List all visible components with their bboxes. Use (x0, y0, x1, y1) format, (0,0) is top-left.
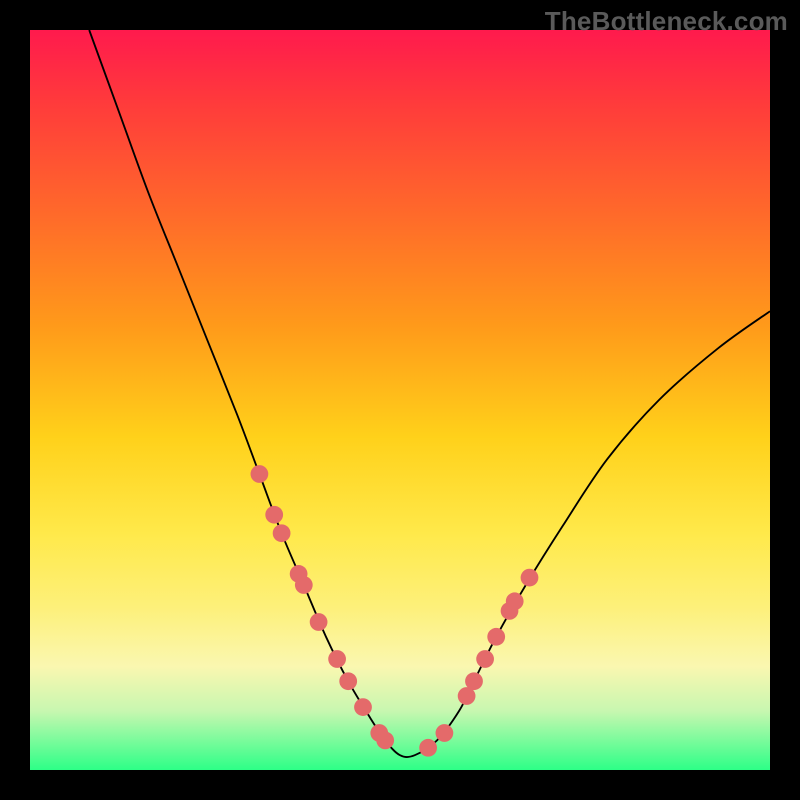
watermark-text: TheBottleneck.com (545, 6, 788, 37)
highlight-dot (328, 650, 346, 668)
highlight-dot (310, 613, 328, 631)
highlight-dot (376, 732, 394, 750)
highlight-dot (273, 524, 291, 542)
bottleneck-curve (89, 30, 770, 757)
highlight-dots (251, 465, 539, 757)
highlight-dot (354, 698, 372, 716)
highlight-dot (251, 465, 269, 483)
highlight-dot (419, 739, 437, 757)
highlight-dot (436, 724, 454, 742)
highlight-dot (339, 672, 357, 690)
highlight-dot (506, 592, 524, 610)
plot-area (30, 30, 770, 770)
highlight-dot (476, 650, 494, 668)
chart-svg (30, 30, 770, 770)
highlight-dot (521, 569, 539, 587)
highlight-dot (265, 506, 283, 524)
chart-frame: TheBottleneck.com (0, 0, 800, 800)
highlight-dot (487, 628, 505, 646)
highlight-dot (295, 576, 313, 594)
highlight-dot (465, 672, 483, 690)
